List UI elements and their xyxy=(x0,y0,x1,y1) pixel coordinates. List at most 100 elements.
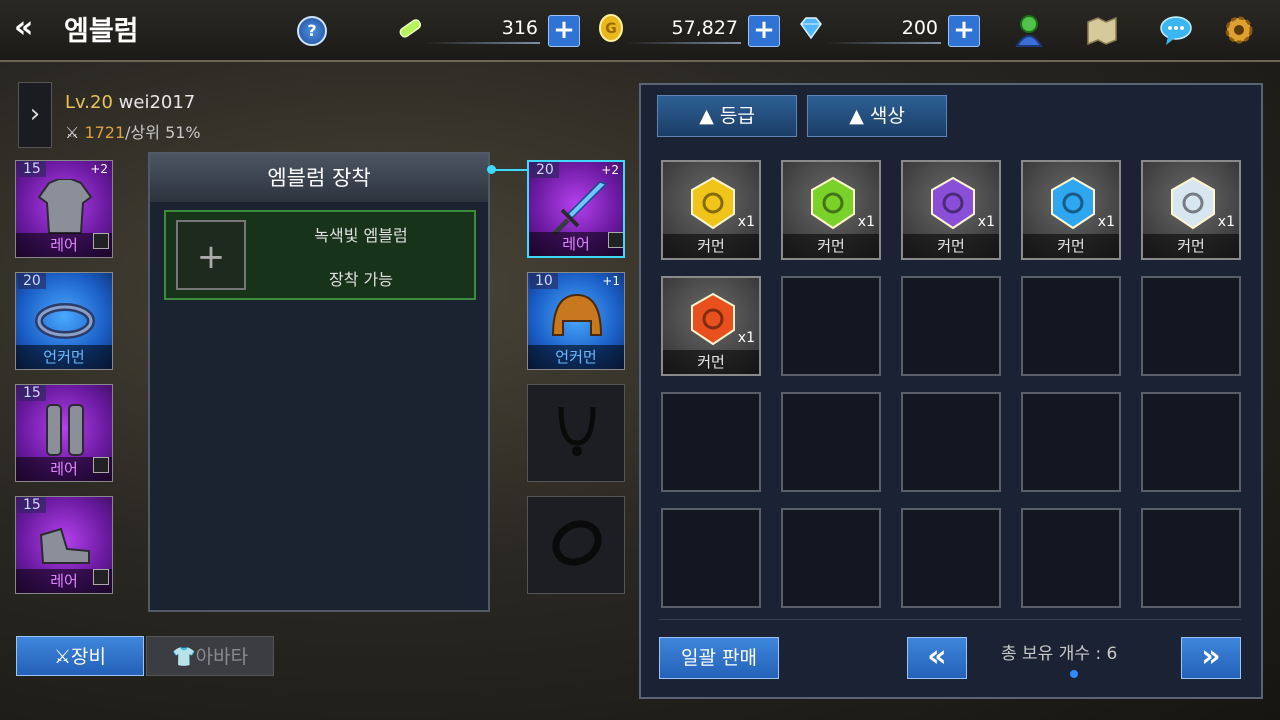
emblem-inventory-panel: ▲ 등급 ▲ 색상 x1 커먼 x1 커먼 x1 커먼 x1 커먼 x1 커먼 x1 커먼 일괄 판매… xyxy=(639,83,1263,699)
equip-slot-necklace-empty[interactable] xyxy=(527,384,625,482)
inventory-empty-slot[interactable] xyxy=(781,392,881,492)
inventory-item[interactable]: x1 커먼 xyxy=(901,160,1001,260)
connector-line xyxy=(492,169,527,171)
gold-value: 57,827 xyxy=(671,17,738,39)
emblem-panel-title: 엠블럼 장착 xyxy=(150,154,488,202)
equip-slot-greaves[interactable]: 15 레어 xyxy=(15,384,113,482)
tab-avatar-label: 아바타 xyxy=(195,646,249,668)
slot-level: 15 xyxy=(18,161,46,177)
slot-grade: 언커먼 xyxy=(16,345,112,369)
slot-checkbox[interactable] xyxy=(93,569,109,585)
inventory-empty-slot[interactable] xyxy=(901,508,1001,608)
slot-grade: 언커먼 xyxy=(528,345,624,369)
stamina-value: 316 xyxy=(501,17,538,39)
slot-checkbox[interactable] xyxy=(93,233,109,249)
top-bar: « 엠블럼 ? 316 + G 57,827 + 200 + xyxy=(0,0,1280,62)
equip-slot-ring-empty[interactable] xyxy=(527,496,625,594)
page-indicator-dot xyxy=(1070,670,1078,678)
prev-page-button[interactable]: « xyxy=(907,637,967,679)
map-scroll-icon[interactable] xyxy=(1084,12,1120,48)
inventory-item[interactable]: x1 커먼 xyxy=(661,160,761,260)
inventory-empty-slot[interactable] xyxy=(781,276,881,376)
item-quantity: x1 xyxy=(737,214,755,230)
crossed-swords-icon: ⚔ xyxy=(53,646,72,668)
stamina-underline xyxy=(425,42,540,44)
gold-underline xyxy=(626,42,741,44)
inventory-empty-slot[interactable] xyxy=(1141,508,1241,608)
inventory-empty-slot[interactable] xyxy=(661,392,761,492)
emblem-equip-panel: 엠블럼 장착 + 녹색빛 엠블럼 장착 가능 xyxy=(148,152,490,612)
sort-by-grade-button[interactable]: ▲ 등급 xyxy=(657,95,797,137)
inventory-empty-slot[interactable] xyxy=(901,392,1001,492)
item-quantity: x1 xyxy=(1097,214,1115,230)
sort-by-color-button[interactable]: ▲ 색상 xyxy=(807,95,947,137)
helmet-icon xyxy=(551,293,603,336)
add-emblem-plus-icon[interactable]: + xyxy=(176,220,246,290)
chat-bubble-icon[interactable] xyxy=(1158,12,1194,48)
player-power-rank: ⚔ 1721/상위 51% xyxy=(65,119,201,143)
equip-slot-helmet[interactable]: 10 +1 언커먼 xyxy=(527,272,625,370)
tab-equipment-label: 장비 xyxy=(71,646,106,668)
gems-underline xyxy=(826,42,941,44)
settings-gear-icon[interactable] xyxy=(1221,12,1257,48)
help-icon[interactable]: ? xyxy=(297,16,327,46)
slot-level: 20 xyxy=(531,162,559,178)
tab-equipment[interactable]: ⚔장비 xyxy=(16,636,144,676)
power-value: 1721 xyxy=(84,123,126,142)
purple-emblem-icon xyxy=(931,176,975,230)
equip-slot-belt[interactable]: 20 언커먼 xyxy=(15,272,113,370)
inventory-item[interactable]: x1 커먼 xyxy=(1021,160,1121,260)
equip-slot-boots[interactable]: 15 레어 xyxy=(15,496,113,594)
item-grade: 커먼 xyxy=(1143,234,1239,258)
item-grade: 커먼 xyxy=(783,234,879,258)
character-icon[interactable] xyxy=(1011,12,1047,48)
add-stamina-button[interactable]: + xyxy=(548,15,580,47)
necklace-icon xyxy=(558,406,596,456)
emblem-slot-status: 장착 가능 xyxy=(329,270,393,289)
tab-avatar[interactable]: 👕아바타 xyxy=(146,636,274,676)
inventory-empty-slot[interactable] xyxy=(661,508,761,608)
boots-icon xyxy=(39,527,90,564)
equip-slot-armor[interactable]: 15 +2 레어 xyxy=(15,160,113,258)
inventory-item[interactable]: x1 커먼 xyxy=(661,276,761,376)
page-title: 엠블럼 xyxy=(64,16,139,47)
slot-enhance: +1 xyxy=(602,274,620,288)
inventory-empty-slot[interactable] xyxy=(1141,276,1241,376)
back-chevron-icon[interactable]: « xyxy=(14,8,54,48)
slot-checkbox[interactable] xyxy=(93,457,109,473)
item-grade: 커먼 xyxy=(903,234,999,258)
greaves-icon xyxy=(46,404,84,456)
divider xyxy=(659,619,1241,620)
gems-value: 200 xyxy=(901,17,938,39)
sell-all-button[interactable]: 일괄 판매 xyxy=(659,637,779,679)
green-emblem-icon xyxy=(811,176,855,230)
add-gems-button[interactable]: + xyxy=(948,15,980,47)
item-quantity: x1 xyxy=(737,330,755,346)
item-grade: 커먼 xyxy=(663,234,759,258)
white-emblem-icon xyxy=(1171,176,1215,230)
inventory-item[interactable]: x1 커먼 xyxy=(1141,160,1241,260)
slot-level: 20 xyxy=(18,273,46,289)
expand-chevron-icon[interactable]: › xyxy=(18,82,52,148)
next-page-button[interactable]: » xyxy=(1181,637,1241,679)
equip-slot-weapon-selected[interactable]: 20 +2 레어 xyxy=(527,160,625,258)
inventory-empty-slot[interactable] xyxy=(1141,392,1241,492)
inventory-empty-slot[interactable] xyxy=(901,276,1001,376)
player-name: wei2017 xyxy=(118,92,196,113)
svg-text:G: G xyxy=(605,21,617,37)
slot-checkbox[interactable] xyxy=(608,232,623,248)
emblem-slot[interactable]: + 녹색빛 엠블럼 장착 가능 xyxy=(164,210,476,300)
inventory-item[interactable]: x1 커먼 xyxy=(781,160,881,260)
inventory-empty-slot[interactable] xyxy=(1021,276,1121,376)
inventory-empty-slot[interactable] xyxy=(781,508,881,608)
red-emblem-icon xyxy=(691,292,735,346)
inventory-empty-slot[interactable] xyxy=(1021,508,1121,608)
item-quantity: x1 xyxy=(1217,214,1235,230)
slot-enhance: +2 xyxy=(601,163,619,177)
diamond-gem-icon xyxy=(800,17,822,40)
item-quantity: x1 xyxy=(857,214,875,230)
blue-emblem-icon xyxy=(1051,176,1095,230)
add-gold-button[interactable]: + xyxy=(748,15,780,47)
inventory-empty-slot[interactable] xyxy=(1021,392,1121,492)
slot-level: 10 xyxy=(530,273,558,289)
